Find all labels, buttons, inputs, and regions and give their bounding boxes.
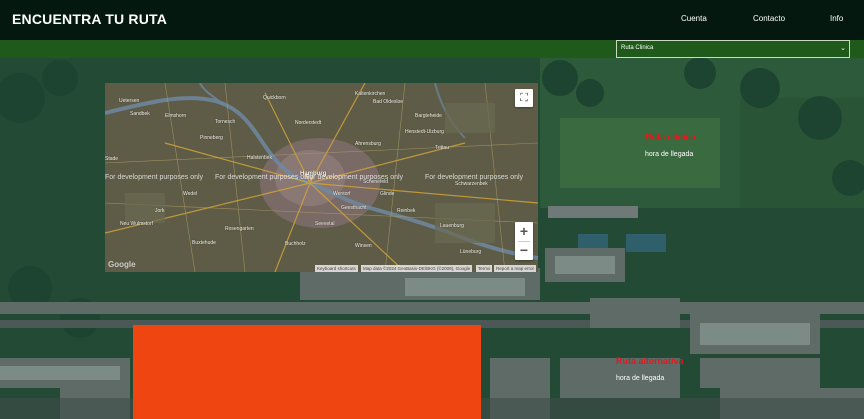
map-city-label: Rosengarten — [225, 226, 254, 232]
map-city-label: Elmshorn — [165, 113, 187, 119]
google-logo[interactable]: Google — [108, 260, 136, 269]
map-city-label: Lüneburg — [460, 249, 482, 255]
zoom-in-button[interactable]: + — [515, 222, 533, 241]
dev-watermark: For development purposes only — [105, 174, 204, 181]
route-clinica-title: Ruta clinica — [645, 132, 696, 142]
brand-title[interactable]: ENCUENTRA TU RUTA — [12, 11, 167, 27]
zoom-controls: + − — [515, 222, 533, 260]
map-city-label: Neu Wulmstorf — [120, 221, 153, 227]
map-city-label: Halstenbek — [247, 155, 273, 161]
top-navbar: ENCUENTRA TU RUTA Cuenta Contacto Info — [0, 0, 864, 40]
route-alternativa-title: Ruta alternativa — [616, 356, 684, 366]
map-view[interactable]: Uetersen Sandbek Schenefeld Hamburg Wede… — [105, 83, 538, 272]
map-city-label: Jork — [155, 208, 165, 214]
route-clinica-arrival: hora de llegada — [645, 151, 694, 158]
map-city-label: Pinneberg — [200, 135, 223, 141]
map-city-label: Reinbek — [397, 208, 416, 214]
map-city-label: Wentorf — [333, 191, 351, 197]
nav-info[interactable]: Info — [830, 14, 843, 23]
map-city-label: Buchholz — [285, 241, 306, 247]
map-city-label: Stade — [105, 156, 119, 162]
zoom-out-button[interactable]: − — [515, 241, 533, 260]
nav-contacto[interactable]: Contacto — [753, 14, 785, 23]
map-city-label: Quickborn — [263, 95, 286, 101]
map-city-label: Wedel — [183, 191, 198, 197]
map-city-label: Henstedt-Ulzburg — [405, 129, 444, 135]
map-city-label: Winsen — [355, 243, 372, 249]
map-city-label: Glinde — [380, 191, 395, 197]
dev-watermark: For development purposes only — [215, 174, 314, 181]
map-city-label: Norderstedt — [295, 120, 322, 126]
map-city-label: Kaltenkirchen — [355, 91, 386, 97]
zoom-divider — [518, 241, 530, 242]
map-data-attribution: Map data ©2024 GeoBasis-DE/BKG (©2009), … — [361, 265, 473, 272]
report-map-error-link[interactable]: Report a map error — [494, 265, 537, 272]
route-select[interactable]: Ruta Clinica ⌄ — [616, 40, 850, 58]
route-select-value: Ruta Clinica — [621, 45, 654, 51]
map-city-label: Sandbek — [130, 111, 150, 117]
map-city-label: Uetersen — [119, 98, 140, 104]
dev-watermark: For development purposes only — [305, 174, 404, 181]
route-alternativa-arrival: hora de llegada — [616, 375, 665, 382]
chevron-down-icon: ⌄ — [840, 45, 846, 52]
dev-watermark: For development purposes only — [425, 174, 524, 181]
map-city-label: Geesthacht — [341, 205, 367, 211]
map-city-label: Bargteheide — [415, 113, 442, 119]
fullscreen-icon[interactable]: ⛶ — [515, 89, 533, 107]
keyboard-shortcuts-link[interactable]: Keyboard shortcuts — [315, 265, 358, 272]
map-city-label: Schwarzenbek — [455, 181, 488, 187]
map-city-label: Seevetal — [315, 221, 335, 227]
map-city-label: Lauenburg — [440, 223, 464, 229]
map-city-label: Buxtehude — [192, 240, 216, 246]
nav-cuenta[interactable]: Cuenta — [681, 14, 707, 23]
terms-link[interactable]: Terms — [476, 265, 493, 272]
map-city-label: Ahrensburg — [355, 141, 381, 147]
map-city-label: Bad Oldesloe — [373, 99, 404, 105]
secondary-map-panel — [133, 325, 481, 419]
map-city-label: Tornesch — [215, 119, 236, 125]
map-city-label: Trittau — [435, 145, 449, 151]
